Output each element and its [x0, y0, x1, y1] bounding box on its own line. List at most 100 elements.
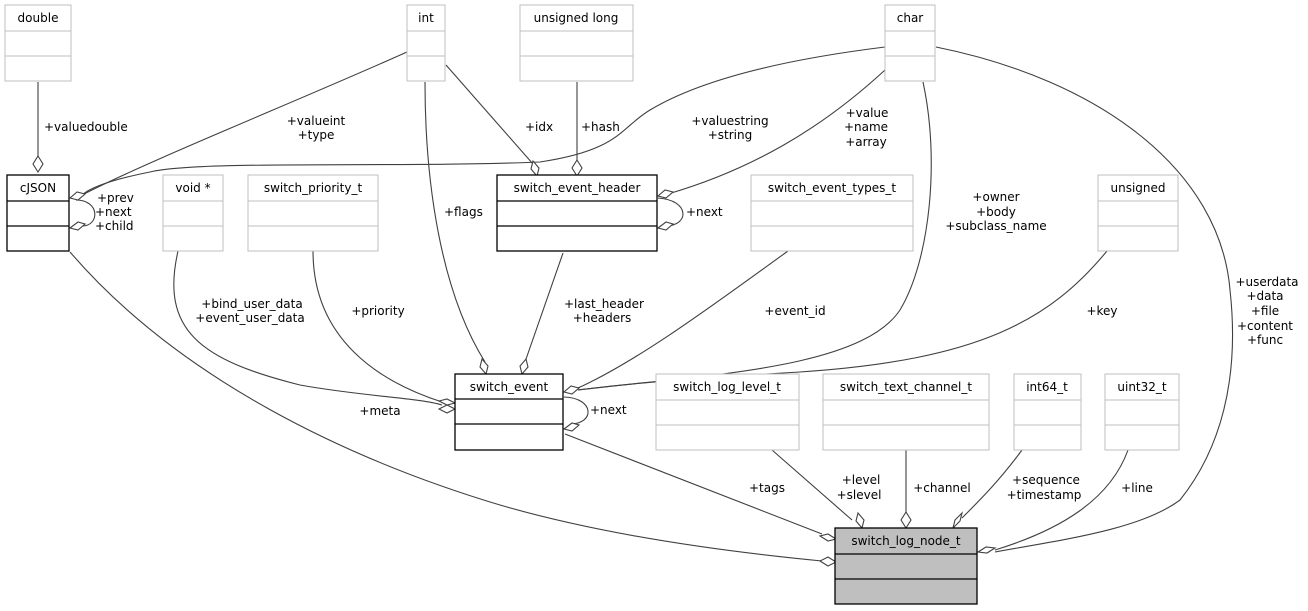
node-void-ptr[interactable]: void * [162, 174, 224, 252]
edge-label: +next [590, 403, 627, 417]
edge-label: +idx [525, 120, 553, 134]
node-title: void * [175, 181, 210, 195]
edge-label: +valueint [287, 114, 346, 128]
diamond-icon [562, 422, 581, 432]
edge-header-self [657, 197, 684, 227]
edge-label: +subclass_name [945, 219, 1046, 233]
node-switch-event-types-t[interactable]: switch_event_types_t [750, 174, 914, 252]
edge-label: +file [1251, 304, 1279, 318]
diamond-icon [818, 556, 838, 567]
edge-label: +channel [913, 481, 971, 495]
node-unsigned[interactable]: unsigned [1097, 174, 1179, 252]
node-char[interactable]: char [884, 4, 936, 82]
edge-label: +array [845, 135, 887, 149]
edge-userdata [935, 46, 1234, 553]
node-title: unsigned long [534, 11, 619, 25]
diamond-icon [437, 398, 457, 406]
node-title: int [418, 11, 434, 25]
edge-label: +event_id [764, 304, 825, 318]
node-title: switch_event_types_t [768, 181, 897, 195]
edge-label: +valuestring [691, 114, 768, 128]
diamond-icon [519, 357, 529, 376]
edge-label: +line [1121, 481, 1153, 495]
diamond-icon [68, 191, 87, 201]
node-title: switch_event [470, 380, 549, 394]
edge-label: +child [95, 219, 134, 233]
diamond-icon [951, 511, 964, 530]
diamond-icon [855, 511, 865, 530]
diamond-icon [437, 404, 457, 414]
edge-label: +sequence [1012, 473, 1080, 487]
edge-label: +slevel [837, 488, 882, 502]
edge-label: +userdata [1235, 275, 1298, 289]
node-switch-event[interactable]: switch_event [454, 373, 564, 451]
edge-label: +type [298, 128, 335, 142]
node-switch-log-node-t[interactable]: switch_log_node_t [834, 527, 978, 605]
node-switch-text-channel-t[interactable]: switch_text_channel_t [822, 373, 990, 451]
edge-label: +body [976, 205, 1016, 219]
node-title: switch_priority_t [264, 181, 363, 195]
edge-label: +prev [97, 191, 134, 205]
edge-label: +value [846, 106, 889, 120]
edge-label: +headers [573, 311, 632, 325]
edge-valueint [81, 51, 408, 196]
node-title: switch_log_level_t [673, 380, 781, 394]
edge-label: +owner [972, 190, 1019, 204]
node-uint32-t[interactable]: uint32_t [1104, 373, 1180, 451]
node-int64-t[interactable]: int64_t [1013, 373, 1082, 451]
node-switch-priority-t[interactable]: switch_priority_t [247, 174, 379, 252]
edge-headers [524, 252, 564, 363]
diamond-icon [976, 546, 997, 554]
edge-label: +hash [581, 120, 620, 134]
node-title: unsigned [1110, 181, 1165, 195]
node-title: cJSON [20, 181, 56, 195]
edge-user-data [173, 250, 443, 406]
edge-label: +valuedouble [44, 120, 128, 134]
node-switch-log-level-t[interactable]: switch_log_level_t [655, 373, 800, 451]
node-cjson[interactable]: cJSON [6, 174, 70, 252]
edge-label: +name [844, 120, 888, 134]
edge-label: +level [842, 473, 881, 487]
node-double[interactable]: double [4, 4, 72, 82]
diamond-icon [479, 357, 489, 376]
node-title: int64_t [1026, 380, 1068, 394]
edge-label: +last_header [564, 297, 644, 311]
diamond-icon [656, 189, 675, 199]
diamond-icon [530, 159, 540, 178]
edge-key [577, 250, 1108, 391]
diamond-icon [571, 158, 583, 178]
edge-label: +next [95, 205, 132, 219]
node-title: double [18, 11, 59, 25]
diamond-icon [818, 533, 838, 542]
edge-label: +meta [359, 404, 400, 418]
edge-label: +next [686, 205, 723, 219]
diamond-icon [32, 154, 44, 174]
node-unsigned-long[interactable]: unsigned long [519, 4, 634, 82]
edge-label: +timestamp [1007, 488, 1082, 502]
diamond-icon [68, 221, 87, 231]
edge-label: +data [1246, 289, 1283, 303]
node-title: switch_text_channel_t [840, 380, 972, 394]
edge-label: +content [1237, 319, 1293, 333]
edge-priority [312, 250, 443, 403]
edge-event-self [563, 396, 589, 425]
diamond-icon [900, 510, 912, 530]
edge-flags [424, 81, 486, 363]
edge-label: +tags [749, 481, 785, 495]
edge-label: +func [1247, 333, 1283, 347]
node-switch-event-header[interactable]: switch_event_header [496, 174, 658, 252]
node-title: char [897, 11, 924, 25]
edge-label: +bind_user_data [201, 297, 302, 311]
diamond-icon [562, 385, 581, 395]
edge-label: +flags [444, 205, 483, 219]
diamond-icon [656, 221, 675, 231]
edge-label: +event_user_data [195, 311, 304, 325]
node-title: switch_log_node_t [851, 534, 961, 548]
edge-label: +priority [351, 304, 404, 318]
edge-label: +key [1086, 304, 1117, 318]
node-title: uint32_t [1117, 380, 1167, 394]
edge-label: +string [708, 128, 753, 142]
node-int[interactable]: int [406, 4, 446, 82]
collaboration-diagram: double int unsigned long char void * swi… [4, 4, 1299, 605]
node-title: switch_event_header [514, 181, 641, 195]
